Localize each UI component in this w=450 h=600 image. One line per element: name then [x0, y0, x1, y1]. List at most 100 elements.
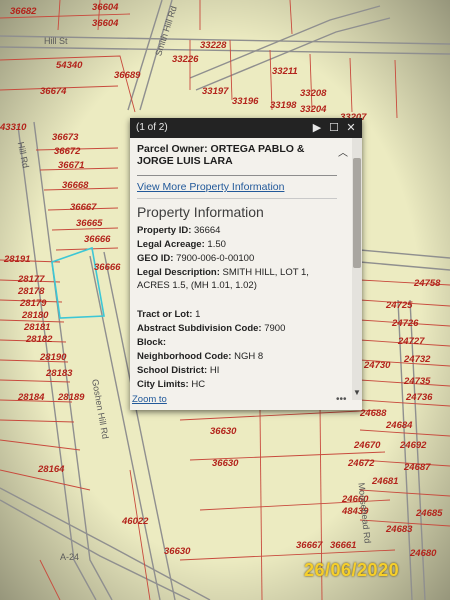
maximize-icon[interactable]: ☐ — [327, 120, 341, 136]
parcel-label[interactable]: 24688 — [360, 408, 386, 419]
parcel-label[interactable]: 28190 — [40, 352, 66, 363]
field-label: Block: — [137, 337, 167, 348]
parcel-label[interactable]: 33196 — [232, 96, 258, 107]
field-row-neighborhood-code: Neighborhood Code: NGH 8 — [137, 350, 342, 363]
parcel-label[interactable]: 24726 — [392, 318, 418, 329]
parcel-label[interactable]: 24681 — [372, 476, 398, 487]
parcel-label[interactable]: 24685 — [416, 508, 442, 519]
section-title: Property Information — [137, 204, 264, 220]
parcel-label[interactable]: 24758 — [414, 278, 440, 289]
field-label: Neighborhood Code: — [137, 351, 232, 362]
parcel-label[interactable]: 24670 — [354, 440, 380, 451]
view-more-property-link[interactable]: View More Property Information — [137, 181, 284, 193]
field-row-city-limits: City Limits: HC — [137, 378, 342, 391]
parcel-label[interactable]: 36668 — [62, 180, 88, 191]
parcel-label[interactable]: 28182 — [26, 334, 52, 345]
parcel-label[interactable]: 28181 — [24, 322, 50, 333]
feature-counter: (1 of 2) — [136, 122, 168, 133]
parcel-label[interactable]: 28180 — [22, 310, 48, 321]
field-value: 1 — [195, 309, 201, 320]
close-icon[interactable]: ✕ — [344, 120, 358, 136]
parcel-label[interactable]: 28179 — [20, 298, 46, 309]
field-row-geo-id: GEO ID: 7900-006-0-00100 — [137, 252, 342, 265]
field-row-tract-lot: Tract or Lot: 1 — [137, 308, 342, 321]
popup-title-bar: (1 of 2) ▶ ☐ ✕ — [130, 118, 362, 138]
parcel-label[interactable]: 28183 — [46, 368, 72, 379]
field-value: NGH 8 — [234, 351, 264, 362]
parcel-label[interactable]: 24684 — [386, 420, 412, 431]
parcel-label[interactable]: 33197 — [202, 86, 228, 97]
parcel-label[interactable]: 28191 — [4, 254, 30, 265]
parcel-label[interactable]: 36630 — [212, 458, 238, 469]
field-value: HI — [209, 365, 220, 376]
play-icon[interactable]: ▶ — [310, 120, 324, 136]
chevron-down-icon[interactable]: ▼ — [352, 388, 362, 397]
parcel-label[interactable]: 36671 — [58, 160, 84, 171]
parcel-label[interactable]: 36674 — [40, 86, 66, 97]
parcel-label[interactable]: 36630 — [164, 546, 190, 557]
parcel-label[interactable]: 43310 — [0, 122, 26, 133]
parcel-label[interactable]: 24692 — [400, 440, 426, 451]
parcel-label[interactable]: 33228 — [200, 40, 226, 51]
field-label: GEO ID: — [137, 253, 174, 264]
photo-date-stamp: 26/06/2020 — [304, 560, 400, 580]
parcel-owner-title: Parcel Owner: ORTEGA PABLO & JORGE LUIS … — [137, 143, 305, 167]
parcel-label[interactable]: 54340 — [56, 60, 82, 71]
parcel-label[interactable]: 24672 — [348, 458, 374, 469]
parcel-label[interactable]: 36604 — [92, 2, 118, 13]
parcel-label[interactable]: 28177 — [18, 274, 44, 285]
parcel-label[interactable]: 24736 — [406, 392, 432, 403]
divider — [137, 198, 337, 199]
field-value: 7900 — [264, 323, 286, 334]
field-value: 7900-006-0-00100 — [176, 253, 255, 264]
parcel-label[interactable]: 33198 — [270, 100, 296, 111]
more-options-icon[interactable]: ••• — [336, 394, 347, 405]
parcel-label[interactable]: 33211 — [272, 66, 298, 77]
parcel-label[interactable]: 36666 — [94, 262, 120, 273]
field-label: Abstract Subdivision Code: — [137, 323, 262, 334]
parcel-label[interactable]: 36604 — [92, 18, 118, 29]
parcel-label[interactable]: 24732 — [404, 354, 430, 365]
field-row-abstract-code: Abstract Subdivision Code: 7900 — [137, 322, 342, 335]
field-label: City Limits: — [137, 379, 189, 390]
parcel-label[interactable]: 36661 — [330, 540, 356, 551]
parcel-label[interactable]: 46022 — [122, 516, 148, 527]
parcel-label[interactable]: 28164 — [38, 464, 64, 475]
field-row-school-district: School District: HI — [137, 364, 342, 377]
field-value: 1.50 — [207, 239, 226, 250]
parcel-label[interactable]: 24725 — [386, 300, 412, 311]
parcel-label[interactable]: 28189 — [58, 392, 84, 403]
parcel-label[interactable]: 36673 — [52, 132, 78, 143]
popup-content: Parcel Owner: ORTEGA PABLO & JORGE LUIS … — [130, 138, 352, 410]
road-label: Hill St — [44, 36, 68, 46]
parcel-label[interactable]: 24680 — [410, 548, 436, 559]
parcel-label[interactable]: 28178 — [18, 286, 44, 297]
parcel-label[interactable]: 36689 — [114, 70, 140, 81]
parcel-label[interactable]: 36672 — [54, 146, 80, 157]
chevron-up-icon[interactable]: ︿ — [338, 144, 348, 159]
parcel-label[interactable]: 33226 — [172, 54, 198, 65]
property-popup: (1 of 2) ▶ ☐ ✕ Parcel Owner: ORTEGA PABL… — [130, 118, 362, 410]
parcel-label[interactable]: 36667 — [296, 540, 322, 551]
parcel-label[interactable]: 28184 — [18, 392, 44, 403]
parcel-label[interactable]: 36630 — [210, 426, 236, 437]
field-label: School District: — [137, 365, 208, 376]
field-row-legal-description: Legal Description: SMITH HILL, LOT 1, AC… — [137, 266, 342, 292]
parcel-label[interactable]: 24687 — [404, 462, 430, 473]
scrollbar-thumb[interactable] — [353, 158, 361, 268]
parcel-label[interactable]: 24683 — [386, 524, 412, 535]
parcel-label[interactable]: 36682 — [10, 6, 36, 17]
field-label: Legal Acreage: — [137, 239, 205, 250]
parcel-label[interactable]: 24730 — [364, 360, 390, 371]
parcel-label[interactable]: 33208 — [300, 88, 326, 99]
parcel-label[interactable]: 36666 — [84, 234, 110, 245]
parcel-label[interactable]: 36665 — [76, 218, 102, 229]
parcel-label[interactable]: 33204 — [300, 104, 326, 115]
field-label: Tract or Lot: — [137, 309, 193, 320]
field-value: HC — [191, 379, 206, 390]
parcel-label[interactable]: 36667 — [70, 202, 96, 213]
zoom-to-link[interactable]: Zoom to — [132, 394, 167, 405]
parcel-label[interactable]: 24727 — [398, 336, 424, 347]
divider — [137, 175, 337, 176]
parcel-label[interactable]: 24735 — [404, 376, 430, 387]
